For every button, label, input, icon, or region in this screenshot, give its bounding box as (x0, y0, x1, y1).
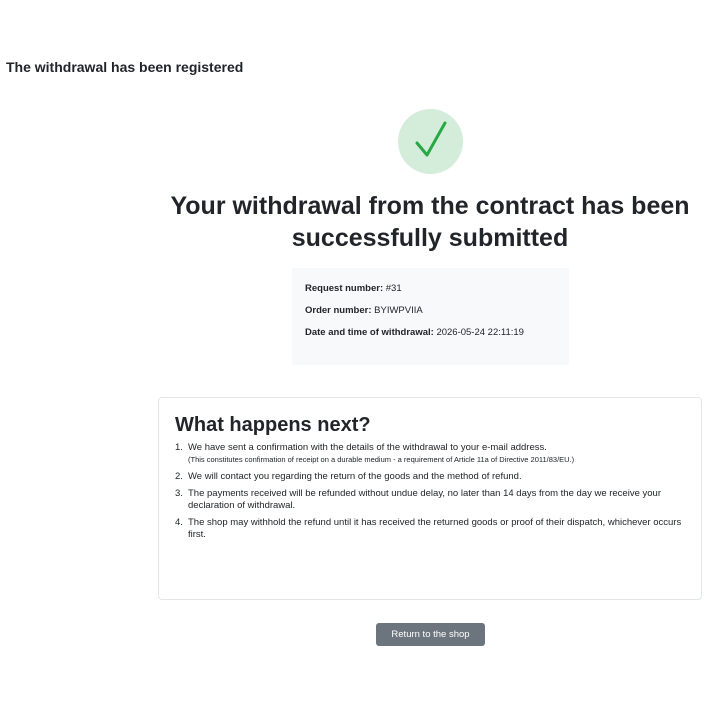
next-steps-card: What happens next? 1. We have sent a con… (158, 397, 702, 600)
withdrawal-datetime-label: Date and time of withdrawal: (305, 327, 434, 338)
list-item: 4. The shop may withhold the refund unti… (175, 517, 687, 540)
withdrawal-datetime-value: 2026-05-24 22:11:19 (436, 327, 524, 338)
step-text: We have sent a confirmation with the det… (188, 442, 547, 453)
withdrawal-datetime-row: Date and time of withdrawal: 2026-05-24 … (305, 327, 556, 339)
step-number: 4. (175, 517, 183, 528)
list-item: 3. The payments received will be refunde… (175, 488, 687, 511)
step-number: 2. (175, 470, 183, 482)
step-note: (This constitutes confirmation of receip… (188, 454, 575, 464)
order-number-row: Order number: BYIWPVIIA (305, 305, 556, 317)
return-to-shop-button[interactable]: Return to the shop (376, 623, 485, 646)
order-number-label: Order number: (305, 305, 372, 316)
withdrawal-confirmation-page: The withdrawal has been registered Your … (0, 0, 720, 720)
next-steps-title: What happens next? (175, 414, 371, 436)
step-number: 1. (175, 442, 183, 453)
list-item: 2. We will contact you regarding the ret… (175, 471, 687, 483)
next-steps-list: 1. We have sent a confirmation with the … (175, 442, 687, 540)
success-check-circle (398, 109, 463, 174)
withdrawal-details-box: Request number: #31 Order number: BYIWPV… (292, 268, 569, 365)
page-heading: The withdrawal has been registered (6, 59, 244, 75)
order-number-value: BYIWPVIIA (374, 305, 423, 316)
request-number-label: Request number: (305, 283, 384, 294)
step-text: We will contact you regarding the return… (188, 470, 522, 482)
request-number-row: Request number: #31 (305, 283, 556, 295)
list-item: 1. We have sent a confirmation with the … (175, 442, 687, 465)
step-number: 3. (175, 488, 183, 499)
request-number-value: #31 (385, 283, 402, 294)
step-text: The payments received will be refunded w… (188, 488, 661, 511)
step-text: The shop may withhold the refund until i… (188, 517, 682, 540)
confirmation-title: Your withdrawal from the contract has be… (170, 192, 690, 252)
check-icon (415, 121, 447, 157)
